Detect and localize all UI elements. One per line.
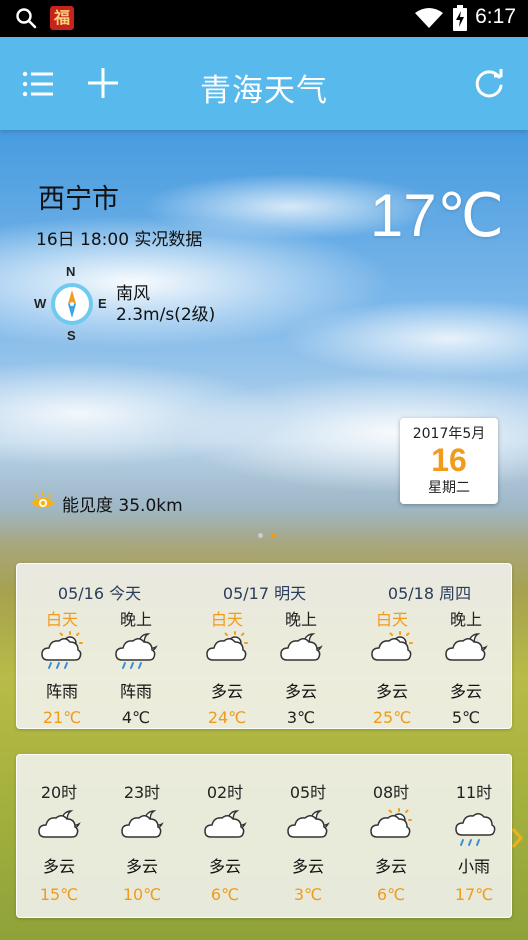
search-icon — [16, 8, 37, 29]
hour-condition: 多云 — [291, 857, 324, 876]
night-temperature: 4℃ — [121, 708, 151, 727]
night-cloudy-icon — [287, 810, 330, 838]
hourly-forecast-item: 02时多云 6℃ — [183, 755, 267, 904]
compass-south: S — [67, 328, 76, 343]
night-cloudy-icon — [445, 633, 488, 661]
day-temperature: 25℃ — [372, 708, 412, 727]
night-cloudy-icon — [280, 633, 323, 661]
partly-cloudy-icon — [206, 631, 248, 661]
night-condition: 多云 — [284, 682, 317, 701]
forecast-hour: 23时 — [123, 783, 161, 802]
day-half: 白天阵雨 21℃ — [27, 606, 97, 727]
hour-temperature: 10℃ — [122, 885, 162, 904]
page-indicator — [254, 523, 280, 542]
hourly-forecast-item: 05时多云 3℃ — [266, 755, 350, 904]
day-temperature: 24℃ — [207, 708, 247, 727]
forecast-hour: 02时 — [206, 783, 244, 802]
shower-icon — [41, 631, 83, 669]
forecast-hour: 08时 — [372, 783, 410, 802]
date-year-month: 2017年5月 — [412, 426, 486, 442]
partly-cloudy-icon — [370, 808, 412, 838]
night-label: 晚上 — [119, 610, 152, 629]
night-condition: 阵雨 — [119, 682, 152, 701]
hour-temperature: 3℃ — [293, 885, 323, 904]
wifi-icon — [415, 8, 443, 28]
day-condition: 多云 — [375, 682, 408, 701]
daily-forecast-day[interactable]: 05/18 周四白天多云 25℃ 晚上多云 5℃ — [347, 564, 512, 730]
day-condition: 多云 — [210, 682, 243, 701]
visibility-value: 能见度 35.0km — [62, 496, 183, 516]
night-label: 晚上 — [284, 610, 317, 629]
battery-charging-icon — [453, 5, 467, 31]
daily-forecast-day[interactable]: 05/17 明天白天多云 24℃ 晚上多云 3℃ — [182, 564, 347, 730]
city-name[interactable]: 西宁市 — [38, 177, 119, 216]
observation-time: 16日 18:00 实况数据 — [36, 230, 203, 250]
day-label: 白天 — [375, 610, 408, 629]
partly-cloudy-icon — [371, 631, 413, 661]
eye-icon — [31, 491, 55, 508]
date-card: 2017年5月 16 星期二 — [400, 418, 498, 504]
hourly-forecast-card[interactable]: 20时多云 15℃ 23时多云 10℃ 02时多云 6℃ 05时多云 3℃ 08时多云 6℃ 11时… — [16, 754, 512, 918]
night-cloudy-icon — [38, 810, 81, 838]
page-dot — [258, 533, 263, 538]
hour-temperature: 6℃ — [376, 885, 406, 904]
night-cloudy-icon — [121, 810, 164, 838]
refresh-icon[interactable] — [472, 67, 506, 101]
hour-condition: 多云 — [208, 857, 241, 876]
day-label: 白天 — [210, 610, 243, 629]
night-half: 晚上多云 5℃ — [431, 606, 501, 727]
daily-forecast-day[interactable]: 05/16 今天白天阵雨 21℃ 晚上阵雨 4℃ — [17, 564, 182, 730]
hourly-forecast-item: 11时小雨 17℃ — [432, 755, 516, 904]
forecast-date: 05/17 明天 — [222, 584, 307, 603]
day-label: 白天 — [45, 610, 78, 629]
forecast-hour: 11时 — [455, 783, 493, 802]
day-half: 白天多云 25℃ — [357, 606, 427, 727]
night-label: 晚上 — [449, 610, 482, 629]
hour-temperature: 15℃ — [39, 885, 79, 904]
night-temperature: 5℃ — [451, 708, 481, 727]
hour-temperature: 17℃ — [454, 885, 494, 904]
light-rain-icon — [455, 813, 496, 846]
night-half: 晚上阵雨 4℃ — [101, 606, 171, 727]
forecast-hour: 05时 — [289, 783, 327, 802]
night-half: 晚上多云 3℃ — [266, 606, 336, 727]
hourly-forecast-item: 08时多云 6℃ — [349, 755, 433, 904]
app-title: 青海天气 — [200, 73, 328, 109]
forecast-date: 05/18 周四 — [387, 584, 472, 603]
night-cloudy-icon — [204, 810, 247, 838]
wind-speed: 2.3m/s(2级) — [116, 305, 216, 325]
forecast-date: 05/16 今天 — [57, 584, 142, 603]
compass-icon — [51, 283, 93, 325]
app-notification-icon: 福 — [50, 6, 74, 30]
current-temperature: 17℃ — [369, 182, 504, 249]
wind-compass: N S W E — [32, 264, 112, 344]
hourly-forecast-item: 20时多云 15℃ — [17, 755, 101, 904]
compass-east: E — [98, 296, 107, 311]
day-half: 白天多云 24℃ — [192, 606, 262, 727]
status-bar: 福 6:17 — [0, 0, 528, 37]
hour-condition: 多云 — [42, 857, 75, 876]
hour-condition: 小雨 — [457, 857, 490, 876]
hour-condition: 多云 — [125, 857, 158, 876]
hourly-forecast-item: 23时多云 10℃ — [100, 755, 184, 904]
app-bar: 青海天气 — [0, 37, 528, 130]
compass-north: N — [66, 264, 76, 279]
status-clock: 6:17 — [475, 5, 516, 28]
forecast-hour: 20时 — [40, 783, 78, 802]
hour-temperature: 6℃ — [210, 885, 240, 904]
day-condition: 阵雨 — [45, 682, 78, 701]
night-condition: 多云 — [449, 682, 482, 701]
day-temperature: 21℃ — [42, 708, 82, 727]
compass-west: W — [34, 296, 47, 311]
hour-condition: 多云 — [374, 857, 407, 876]
date-weekday: 星期二 — [428, 480, 470, 496]
date-day: 16 — [431, 442, 467, 478]
night-temperature: 3℃ — [286, 708, 316, 727]
page-dot-active — [271, 533, 276, 538]
daily-forecast-card[interactable]: 05/16 今天白天阵雨 21℃ 晚上阵雨 4℃ 05/17 明天白天多云 24℃ 晚上多云… — [16, 563, 512, 729]
chevron-right-icon[interactable] — [510, 826, 524, 850]
night-shower-icon — [115, 633, 158, 669]
